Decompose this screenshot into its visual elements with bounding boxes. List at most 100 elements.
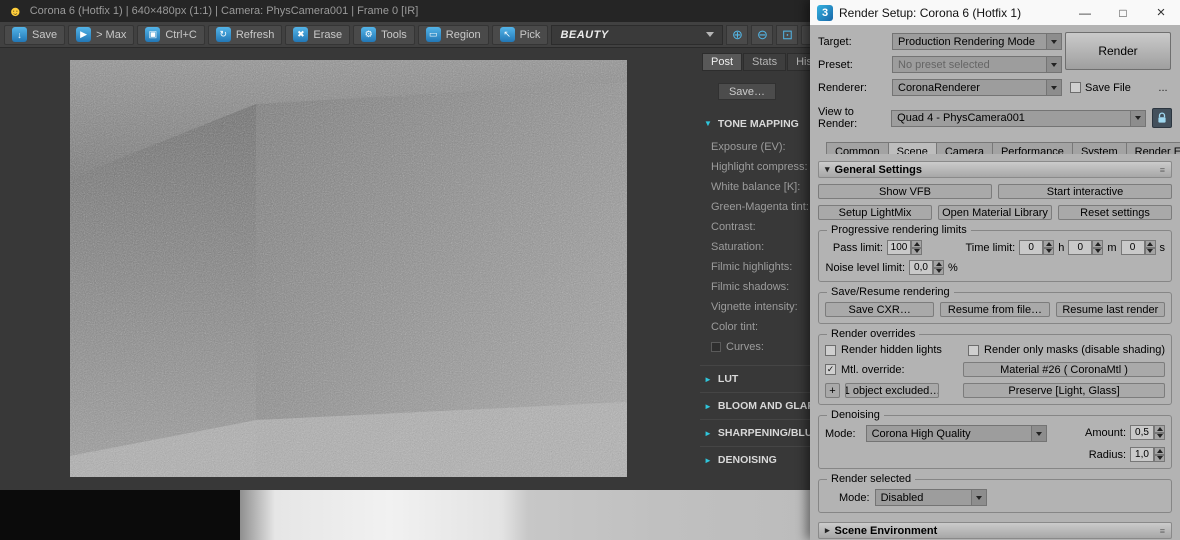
render-button[interactable]: Render (1065, 32, 1171, 70)
preset-select[interactable]: No preset selected (892, 56, 1062, 73)
override-material-button[interactable]: Material #26 ( CoronaMtl ) (963, 362, 1165, 377)
render-only-masks-checkbox[interactable] (968, 344, 980, 356)
time-minutes-spinner[interactable]: 0 (1068, 240, 1104, 255)
save-resume-buttons: Save CXR… Resume from file… Resume last … (825, 302, 1165, 317)
denoise-mode-select[interactable]: Corona High Quality (865, 425, 1047, 442)
curves-label: Curves: (726, 341, 764, 353)
refresh-button[interactable]: ↻ Refresh (207, 24, 283, 45)
browse-button[interactable]: ... (1154, 82, 1172, 94)
rollout-open-icon: ▾ (825, 164, 830, 174)
save-cxr-button[interactable]: Save CXR… (825, 302, 935, 317)
tab-post[interactable]: Post (702, 53, 743, 71)
copy-label: Ctrl+C (165, 28, 197, 41)
close-button[interactable]: × (1142, 0, 1180, 25)
scene-environment-title: Scene Environment (834, 524, 938, 537)
copy-button[interactable]: ▣ Ctrl+C (137, 24, 205, 45)
curves-checkbox[interactable] (711, 342, 721, 352)
spinner-arrows[interactable] (1092, 240, 1104, 255)
add-exclude-button[interactable]: + (825, 383, 840, 398)
zoom-in-icon: ⊕ (731, 26, 743, 42)
pass-limit-spinner[interactable]: 100 (887, 240, 922, 255)
zoom-out-button[interactable]: ⊖ (751, 24, 774, 45)
rollout-general-settings[interactable]: ▾ General Settings ≡ (818, 161, 1172, 178)
chevron-down-icon (1046, 57, 1061, 72)
renderer-label: Renderer: (818, 81, 867, 94)
denoise-amount-spinner[interactable]: 0,5 (1130, 425, 1165, 440)
section-lut[interactable]: ► LUT (700, 365, 810, 392)
save-file-checkbox[interactable] (1070, 82, 1081, 93)
time-hours-spinner[interactable]: 0 (1019, 240, 1055, 255)
pick-button[interactable]: ↖ Pick (491, 24, 549, 45)
preserve-button[interactable]: Preserve [Light, Glass] (963, 383, 1165, 398)
corona-smiley-icon: ☻ (8, 3, 23, 19)
reset-settings-button[interactable]: Reset settings (1058, 205, 1172, 220)
time-seconds-spinner[interactable]: 0 (1120, 240, 1156, 255)
mtl-override-checkbox[interactable]: ✓ (825, 364, 836, 375)
section-tone-mapping[interactable]: ▼ TONE MAPPING (700, 110, 810, 137)
field-label: Vignette intensity: (711, 301, 798, 313)
setup-lightmix-button[interactable]: Setup LightMix (818, 205, 932, 220)
region-button[interactable]: ▭ Region (417, 24, 489, 45)
render-element-select[interactable]: BEAUTY (551, 24, 724, 45)
rollout-scroll-area: ▾ General Settings ≡ Show VFB Start inte… (810, 154, 1180, 540)
field-label: Green-Magenta tint: (711, 201, 809, 213)
view-select[interactable]: Quad 4 - PhysCamera001 (891, 109, 1147, 127)
tab-stats[interactable]: Stats (743, 53, 787, 71)
save-config-button[interactable]: Save… (718, 83, 776, 100)
lock-view-button[interactable] (1152, 108, 1173, 128)
excluded-objects-button[interactable]: 1 object excluded… (845, 383, 939, 398)
target-select[interactable]: Production Rendering Mode (892, 33, 1062, 50)
spinner-arrows[interactable] (933, 260, 944, 275)
spinner-arrows[interactable] (1154, 447, 1165, 462)
denoise-radius-spinner[interactable]: 1,0 (1130, 447, 1165, 462)
collapsed-icon: ► (704, 455, 712, 465)
save-button[interactable]: ↓ Save (4, 24, 66, 45)
open-material-library-button[interactable]: Open Material Library (938, 205, 1052, 220)
noise-limit-spinner[interactable]: 0,0 (909, 260, 944, 275)
stop-button[interactable]: ■ Stop (801, 24, 810, 45)
resume-last-render-button[interactable]: Resume last render (1055, 302, 1165, 317)
tools-button[interactable]: ⚙ Tools (353, 24, 415, 45)
zoom-fit-button[interactable]: ⊡ (776, 24, 799, 45)
renderer-select[interactable]: CoronaRenderer (892, 79, 1062, 96)
section-sharpening-blur[interactable]: ► SHARPENING/BLUR (700, 419, 810, 446)
pass-limit-label: Pass limit: (832, 241, 883, 254)
spinner-arrows[interactable] (1154, 425, 1165, 440)
render-image[interactable] (70, 60, 627, 477)
zoom-in-button[interactable]: ⊕ (726, 24, 749, 45)
minimize-button[interactable]: — (1066, 0, 1104, 25)
maximize-button[interactable]: □ (1104, 0, 1142, 25)
start-interactive-button[interactable]: Start interactive (998, 184, 1172, 199)
rollout-scene-environment[interactable]: ▸ Scene Environment ≡ (818, 522, 1172, 539)
erase-button[interactable]: ✖ Erase (285, 24, 351, 45)
dialog-titlebar[interactable]: 3 Render Setup: Corona 6 (Hotfix 1) — □ … (810, 0, 1180, 25)
spinner-arrows[interactable] (1144, 240, 1156, 255)
renderer-value: CoronaRenderer (898, 81, 980, 94)
save-icon: ↓ (12, 27, 27, 42)
render-selected-mode-select[interactable]: Disabled (874, 489, 987, 506)
vfb-titlebar[interactable]: ☻ Corona 6 (Hotfix 1) | 640×480px (1:1) … (0, 0, 810, 22)
group-title: Progressive rendering limits (827, 224, 971, 236)
resume-from-file-button[interactable]: Resume from file… (940, 302, 1050, 317)
tone-mapping-fields: Exposure (EV): Highlight compress: White… (700, 137, 810, 337)
region-icon: ▭ (425, 27, 441, 42)
spinner-arrows[interactable] (911, 240, 922, 255)
save-label: Save (32, 28, 58, 41)
tab-history[interactable]: History (787, 53, 810, 71)
show-vfb-button[interactable]: Show VFB (818, 184, 992, 199)
section-denoising[interactable]: ► DENOISING (700, 446, 810, 473)
spinner-arrows[interactable] (1043, 240, 1055, 255)
field-label: Filmic highlights: (711, 261, 793, 273)
section-bloom-glare[interactable]: ► BLOOM AND GLARE (700, 392, 810, 419)
mtl-override-row: ✓ Mtl. override: Material #26 ( CoronaMt… (825, 362, 1165, 377)
collapsed-icon: ► (704, 401, 712, 411)
field-label: Highlight compress: (711, 161, 808, 173)
render-hidden-lights-checkbox[interactable] (825, 344, 836, 356)
noise-limit-row: Noise level limit: 0,0 % (825, 260, 1165, 275)
seconds-unit: s (1159, 241, 1166, 254)
3dsmax-logo-icon: 3 (817, 4, 833, 21)
mtl-override-label: Mtl. override: (841, 363, 905, 376)
max-button[interactable]: ▶ > Max (68, 24, 135, 45)
field-label: Color tint: (711, 321, 759, 333)
corona-vfb-window: ☻ Corona 6 (Hotfix 1) | 640×480px (1:1) … (0, 0, 810, 490)
